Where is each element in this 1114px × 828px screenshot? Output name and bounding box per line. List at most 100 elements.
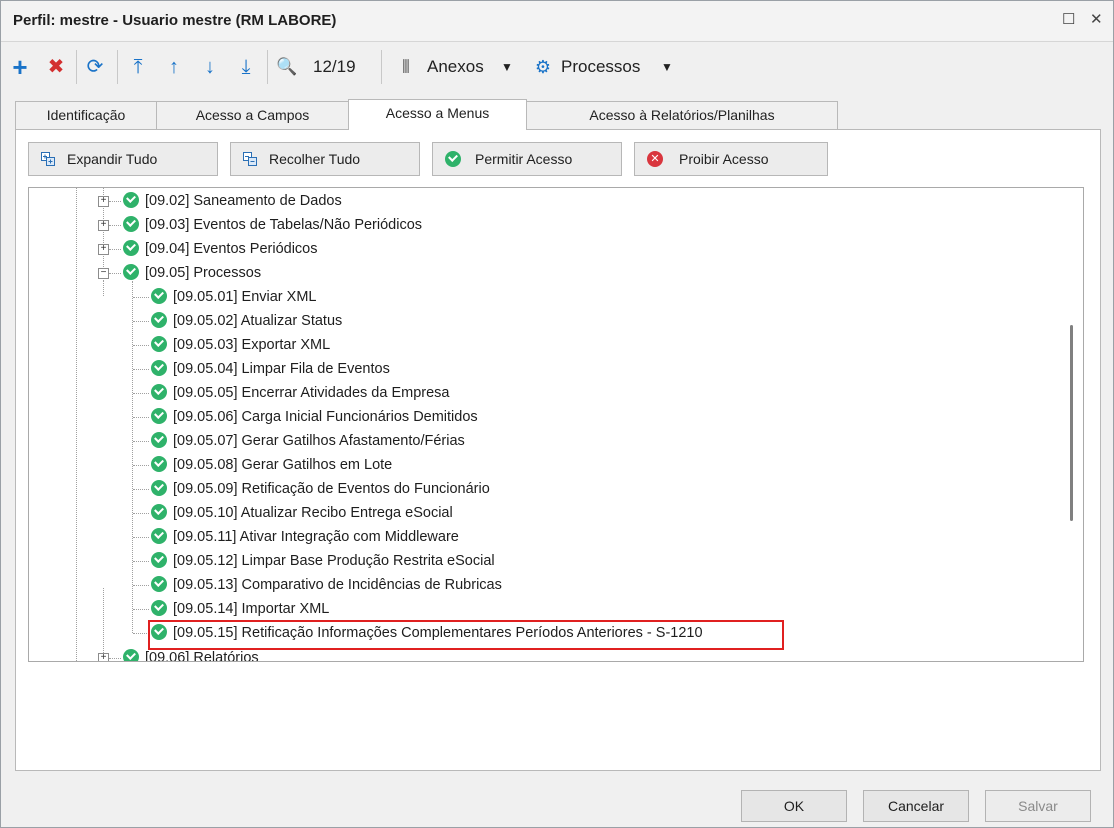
- tree-item-09-05-05[interactable]: [09.05.05] Encerrar Atividades da Empres…: [151, 382, 449, 404]
- tree-item-09-05-06[interactable]: [09.05.06] Carga Inicial Funcionários De…: [151, 406, 478, 428]
- expand-tree-icon: [41, 152, 55, 166]
- attachments-label: Anexos: [427, 57, 484, 76]
- tree-item-label: [09.05.01] Enviar XML: [173, 289, 317, 305]
- tree-item-09-05-04[interactable]: [09.05.04] Limpar Fila de Eventos: [151, 358, 390, 380]
- toolbar-separator: [381, 50, 382, 84]
- tree-connector: [133, 609, 149, 610]
- allow-access-button[interactable]: Permitir Acesso: [432, 142, 622, 176]
- check-circle-icon: [151, 288, 167, 304]
- tree-connector: [133, 465, 149, 466]
- search-icon[interactable]: 🔍: [275, 55, 299, 79]
- tree-item-label: [09.05.04] Limpar Fila de Eventos: [173, 361, 390, 377]
- tree-connector: [133, 561, 149, 562]
- last-record-icon[interactable]: ⤓: [235, 55, 257, 79]
- collapse-node-icon[interactable]: −: [98, 268, 109, 279]
- check-circle-icon: [151, 360, 167, 376]
- check-circle-icon: [151, 552, 167, 568]
- tree-item-09-05-14[interactable]: [09.05.14] Importar XML: [151, 598, 329, 620]
- tree-item-09-05-09[interactable]: [09.05.09] Retificação de Eventos do Fun…: [151, 478, 490, 500]
- dialog-window: Perfil: mestre - Usuario mestre (RM LABO…: [0, 0, 1114, 828]
- tree-connector: [133, 489, 149, 490]
- tree-connector: [133, 417, 149, 418]
- check-circle-icon: [151, 408, 167, 424]
- tree-connector: [109, 658, 121, 659]
- tree-item-09-05-12[interactable]: [09.05.12] Limpar Base Produção Restrita…: [151, 550, 495, 572]
- expand-node-icon[interactable]: +: [98, 653, 109, 661]
- tree-item-09-05-08[interactable]: [09.05.08] Gerar Gatilhos em Lote: [151, 454, 392, 476]
- tree-item-09-05-03[interactable]: [09.05.03] Exportar XML: [151, 334, 330, 356]
- tree-item-09-05-01[interactable]: [09.05.01] Enviar XML: [151, 286, 316, 308]
- tree-item-label: [09.05.12] Limpar Base Produção Restrita…: [173, 553, 495, 569]
- maximize-icon[interactable]: ☐: [1062, 10, 1075, 28]
- delete-icon[interactable]: ✖: [45, 55, 67, 79]
- collapse-all-button[interactable]: Recolher Tudo: [230, 142, 420, 176]
- scrollbar-thumb[interactable]: [1070, 325, 1073, 521]
- expand-all-button[interactable]: Expandir Tudo: [28, 142, 218, 176]
- tab-identificacao[interactable]: Identificação: [15, 101, 157, 129]
- collapse-tree-icon: [243, 152, 257, 166]
- menu-tree[interactable]: + [09.02] Saneamento de Dados + [09.03] …: [28, 187, 1084, 662]
- tree-item-label: [09.05.02] Atualizar Status: [173, 313, 343, 329]
- tree-connector: [103, 280, 104, 296]
- tree-connector: [133, 513, 149, 514]
- previous-record-icon[interactable]: ↑: [163, 55, 185, 79]
- check-circle-icon: [151, 576, 167, 592]
- tree-item-label: [09.05.09] Retificação de Eventos do Fun…: [173, 481, 490, 497]
- check-circle-icon: [151, 504, 167, 520]
- tab-acesso-relatorios[interactable]: Acesso à Relatórios/Planilhas: [526, 101, 838, 129]
- expand-node-icon[interactable]: +: [98, 196, 109, 207]
- tree-connector: [103, 588, 104, 661]
- tree-connector: [133, 345, 149, 346]
- expand-node-icon[interactable]: +: [98, 244, 109, 255]
- tree-item-label: [09.05.07] Gerar Gatilhos Afastamento/Fé…: [173, 433, 465, 449]
- tree-connector: [133, 369, 149, 370]
- tree-item-label: [09.05.13] Comparativo de Incidências de…: [173, 577, 502, 593]
- expand-all-label: Expandir Tudo: [67, 151, 158, 167]
- tree-connector: [109, 225, 121, 226]
- tree-connector: [133, 537, 149, 538]
- collapse-all-label: Recolher Tudo: [269, 151, 361, 167]
- ok-button[interactable]: OK: [741, 790, 847, 822]
- tree-item-09-05-07[interactable]: [09.05.07] Gerar Gatilhos Afastamento/Fé…: [151, 430, 465, 452]
- gear-icon: ⚙: [534, 57, 552, 77]
- tree-connector: [133, 441, 149, 442]
- tree-item-09-05-13[interactable]: [09.05.13] Comparativo de Incidências de…: [151, 574, 502, 596]
- tab-acesso-menus[interactable]: Acesso a Menus: [348, 99, 527, 130]
- highlight-box: [148, 620, 784, 650]
- title-bar: Perfil: mestre - Usuario mestre (RM LABO…: [1, 1, 1113, 42]
- tree-connector: [109, 201, 121, 202]
- check-circle-icon: [123, 649, 139, 661]
- cancel-button[interactable]: Cancelar: [863, 790, 969, 822]
- toolbar: + ✖ ⟳ ⤒ ↑ ↓ ⤓ 🔍 12/19 ⦀ Anexos ▼ ⚙ Proce…: [1, 42, 1113, 92]
- add-icon[interactable]: +: [9, 54, 31, 80]
- tree-item-label: [09.05.10] Atualizar Recibo Entrega eSoc…: [173, 505, 453, 521]
- check-circle-icon: [151, 312, 167, 328]
- check-circle-icon: [151, 336, 167, 352]
- check-circle-icon: [123, 216, 139, 232]
- tab-acesso-campos[interactable]: Acesso a Campos: [156, 101, 349, 129]
- tree-item-label: [09.04] Eventos Periódicos: [145, 241, 318, 257]
- tree-item: [09.02] Saneamento de Dados: [123, 190, 342, 212]
- toolbar-separator: [267, 50, 268, 84]
- deny-circle-icon: ✕: [647, 151, 663, 167]
- menu-access-panel: Expandir Tudo Recolher Tudo Permitir Ace…: [15, 129, 1101, 771]
- tree-item-label: [09.06] Relatórios: [145, 650, 259, 662]
- tree-item-label: [09.05.08] Gerar Gatilhos em Lote: [173, 457, 393, 473]
- close-icon[interactable]: ✕: [1090, 10, 1103, 28]
- check-circle-icon: [123, 192, 139, 208]
- refresh-icon[interactable]: ⟳: [83, 55, 107, 79]
- next-record-icon[interactable]: ↓: [199, 55, 221, 79]
- check-circle-icon: [151, 528, 167, 544]
- vertical-scrollbar[interactable]: [1063, 188, 1083, 661]
- expand-node-icon[interactable]: +: [98, 220, 109, 231]
- deny-access-button[interactable]: ✕ Proibir Acesso: [634, 142, 828, 176]
- record-counter: 12/19: [313, 57, 356, 76]
- tree-item-09-05-02[interactable]: [09.05.02] Atualizar Status: [151, 310, 342, 332]
- tree-item-label: [09.05] Processos: [145, 265, 262, 281]
- save-button[interactable]: Salvar: [985, 790, 1091, 822]
- tree-item-09-05-10[interactable]: [09.05.10] Atualizar Recibo Entrega eSoc…: [151, 502, 453, 524]
- tree-item: [09.06] Relatórios: [123, 647, 259, 662]
- toolbar-separator: [76, 50, 77, 84]
- tree-item-09-05-11[interactable]: [09.05.11] Ativar Integração com Middlew…: [151, 526, 459, 548]
- first-record-icon[interactable]: ⤒: [127, 55, 149, 79]
